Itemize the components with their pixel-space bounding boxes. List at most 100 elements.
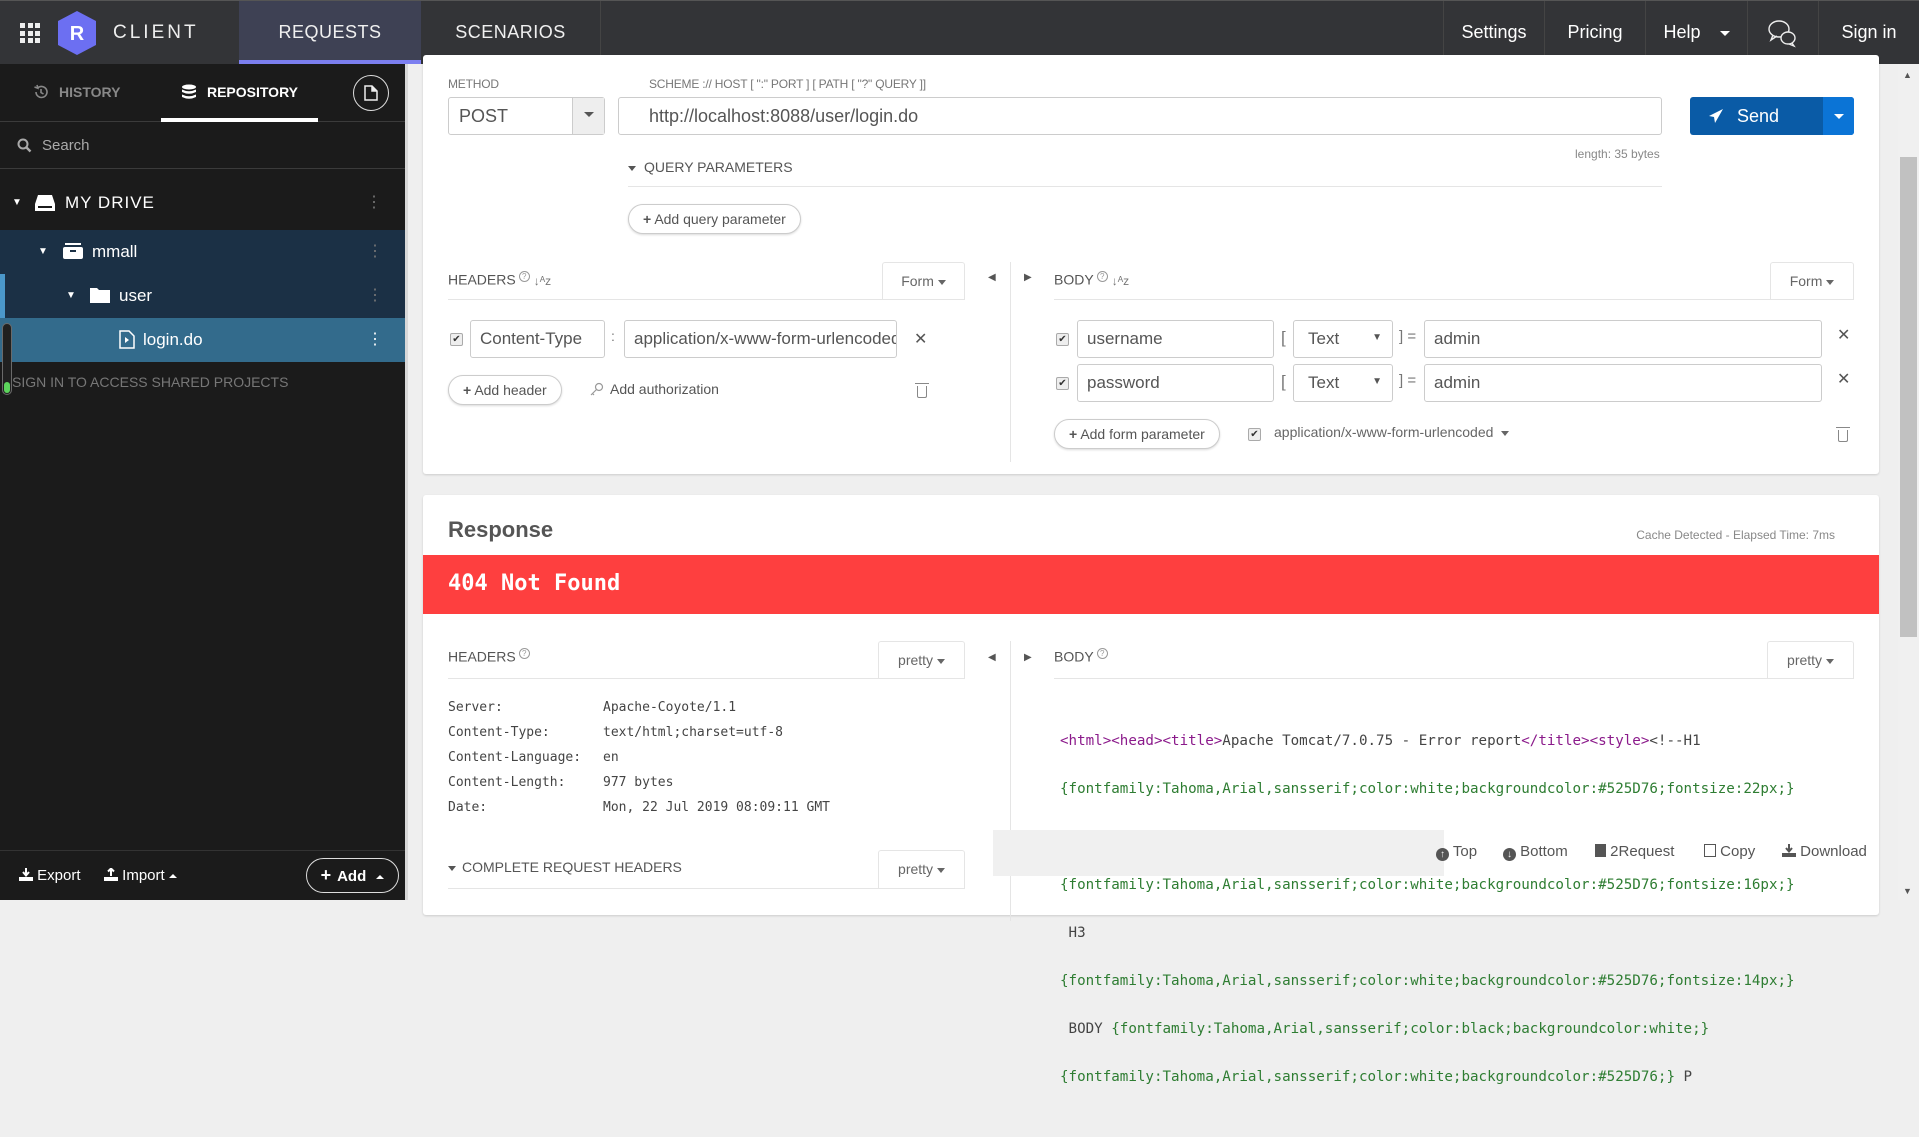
caret-down-icon[interactable]: ▼ [66,274,76,318]
to-request-button[interactable]: 2Request [1595,843,1674,860]
content-type-checkbox[interactable]: ✔ [1248,428,1261,441]
param-type-value: Text [1308,373,1340,392]
send-options-toggle[interactable] [1823,97,1854,135]
remove-param-icon[interactable]: ✕ [1837,369,1850,389]
scroll-up-arrow-icon[interactable]: ▲ [1903,70,1912,80]
content-type-select[interactable]: application/x-www-form-urlencoded [1274,424,1510,440]
tab-requests[interactable]: REQUESTS [239,1,421,64]
help-icon[interactable]: ? [518,648,530,659]
tree-item-request[interactable]: login.do ⋮ [0,318,405,362]
sort-az-icon[interactable]: ↓ᴬz [1112,274,1129,288]
complete-request-headers-toggle[interactable]: COMPLETE REQUEST HEADERS [448,859,682,875]
format-value: pretty [898,861,934,877]
more-options-icon[interactable]: ⋮ [367,318,383,362]
url-input[interactable]: http://localhost:8088/user/login.do [618,97,1662,135]
key-icon [590,382,604,396]
header-name-input[interactable]: Content-Type [470,320,605,358]
main-scrollbar[interactable]: ▲ ▼ [1898,64,1919,900]
collapse-left-icon[interactable]: ◀ [988,652,996,663]
header-value: 977 bytes [603,775,674,790]
response-headers-title: HEADERS? [448,648,530,665]
trash-icon[interactable] [915,383,929,398]
complete-headers-format-select[interactable]: pretty [878,850,965,888]
header-enabled-checkbox[interactable]: ✔ [450,333,463,346]
code-text: P [1675,1069,1693,1085]
more-options-icon[interactable]: ⋮ [367,230,383,274]
more-options-icon[interactable]: ⋮ [367,274,383,318]
panel-divider[interactable] [405,64,408,900]
divider [448,888,965,889]
body-label: BODY [1054,271,1094,288]
caret-down-icon [1825,658,1834,664]
tab-history[interactable]: HISTORY [33,64,120,122]
apps-grid-icon[interactable] [20,23,40,43]
project-box-icon [63,243,83,259]
add-query-param-button[interactable]: + Add query parameter [628,204,801,234]
response-body-format-select[interactable]: pretty [1767,641,1854,679]
help-icon[interactable]: ? [1096,648,1108,659]
sidebar-scroll-indicator[interactable] [2,323,12,395]
param-value-input[interactable]: admin [1424,364,1822,402]
copy-button[interactable]: Copy [1704,843,1755,860]
format-value: pretty [1787,652,1823,668]
tree-item-my-drive[interactable]: ▼ MY DRIVE ⋮ [0,176,405,230]
response-body-toolbar [993,830,1444,876]
collapse-right-icon[interactable]: ▶ [1024,272,1032,283]
param-enabled-checkbox[interactable]: ✔ [1056,333,1069,346]
add-header-label: Add header [474,382,547,398]
remove-param-icon[interactable]: ✕ [1837,325,1850,345]
divider [1054,299,1854,300]
trash-icon[interactable] [1836,427,1850,442]
help-icon[interactable]: ? [1096,271,1108,282]
method-select[interactable]: POST [448,97,605,135]
download-label: Download [1800,843,1867,860]
add-authorization-link[interactable]: Add authorization [590,381,719,397]
download-button[interactable]: Download [1782,843,1867,860]
param-name-input[interactable]: password [1077,364,1274,402]
add-button[interactable]: + Add [306,858,399,893]
to-request-label: 2Request [1610,843,1675,860]
help-icon[interactable]: ? [518,271,530,282]
scroll-down-arrow-icon[interactable]: ▼ [1903,886,1912,896]
param-value-input[interactable]: admin [1424,320,1822,358]
more-options-icon[interactable]: ⋮ [366,176,383,230]
collapse-left-icon[interactable]: ◀ [988,272,996,283]
tree-item-folder[interactable]: ▼ user ⋮ [0,274,405,318]
import-button[interactable]: Import [104,867,177,884]
arrow-up-circle-icon: ↑ [1436,848,1449,861]
sort-az-icon[interactable]: ↓ᴬz [534,274,551,288]
caret-down-icon[interactable]: ▼ [12,176,23,230]
new-request-button[interactable] [353,75,389,111]
param-type-select[interactable]: Text ▼ [1293,364,1393,402]
file-icon [364,85,378,101]
caret-down-icon[interactable]: ▼ [38,230,48,274]
header-value-input[interactable]: application/x-www-form-urlencoded [624,320,897,358]
database-icon [181,84,196,99]
folder-icon [90,288,110,303]
headers-mode-select[interactable]: Form [882,262,965,300]
query-params-toggle[interactable]: QUERY PARAMETERS [628,159,793,175]
param-name-input[interactable]: username [1077,320,1274,358]
body-mode-select[interactable]: Form [1770,262,1854,300]
code-line: <html><head><title>Apache Tomcat/7.0.75 … [1060,729,1852,753]
tab-repository[interactable]: REPOSITORY [161,64,318,122]
response-headers-format-select[interactable]: pretty [878,641,965,679]
scroll-top-button[interactable]: ↑ Top [1436,843,1477,861]
caret-down-icon [628,165,636,171]
param-enabled-checkbox[interactable]: ✔ [1056,377,1069,390]
response-body-code[interactable]: <html><head><title>Apache Tomcat/7.0.75 … [1060,705,1852,1137]
collapse-right-icon[interactable]: ▶ [1024,652,1032,663]
add-header-button[interactable]: + Add header [448,375,562,405]
export-button[interactable]: Export [19,867,81,884]
send-button[interactable]: Send [1690,97,1823,135]
scrollbar-thumb[interactable] [1900,157,1917,637]
scroll-bottom-button[interactable]: ↓ Bottom [1503,843,1568,861]
method-dropdown-toggle[interactable] [572,98,604,134]
param-type-select[interactable]: Text ▼ [1293,320,1393,358]
add-form-param-button[interactable]: + Add form parameter [1054,419,1220,449]
remove-header-icon[interactable]: ✕ [914,329,927,349]
divider [1054,678,1854,679]
sidebar-search-input[interactable] [42,132,382,158]
tree-item-project[interactable]: ▼ mmall ⋮ [0,230,405,274]
header-key: Server: [448,700,503,715]
